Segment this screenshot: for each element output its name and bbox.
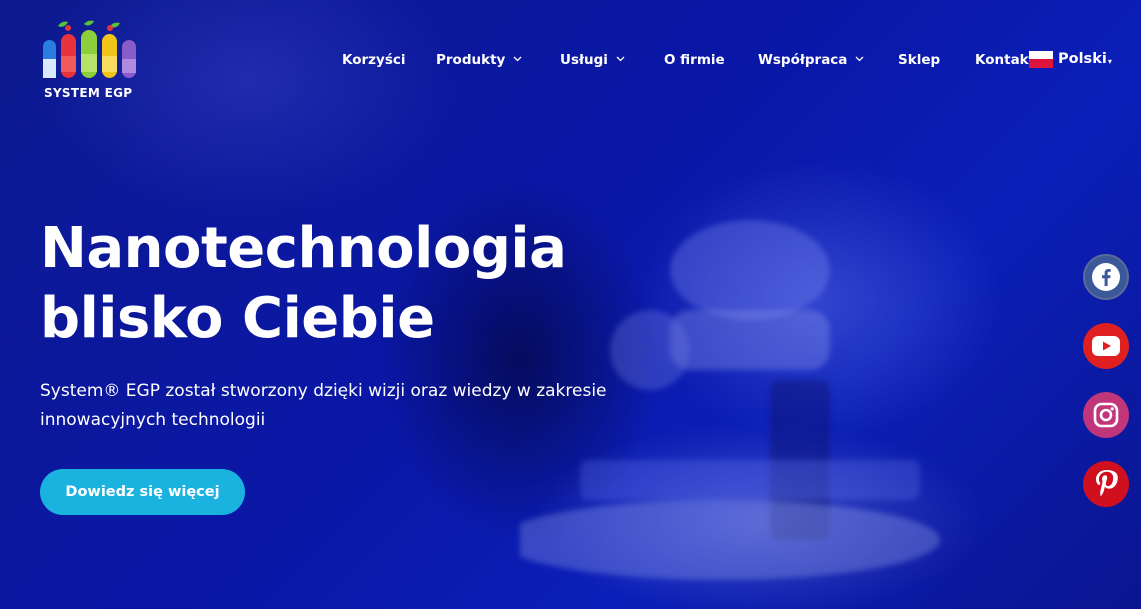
nav-item-label: Produkty	[436, 52, 506, 68]
logo[interactable]: SYSTEM EGP	[40, 20, 140, 102]
instagram-link[interactable]	[1083, 392, 1129, 438]
chevron-down-icon	[513, 55, 522, 65]
facebook-icon	[1092, 263, 1120, 291]
youtube-icon	[1092, 336, 1120, 356]
nav-item-sklep[interactable]: Sklep	[898, 52, 940, 68]
instagram-icon	[1093, 402, 1119, 428]
facebook-link[interactable]	[1083, 254, 1129, 300]
nav-item-uslugi[interactable]: Usługi	[560, 52, 625, 68]
hero-title-line-1: Nanotechnologia	[40, 216, 567, 281]
poland-flag-icon	[1029, 50, 1053, 68]
logo-capsules-icon	[43, 20, 136, 78]
hero-subtitle-line-1: System® EGP został stworzony dzięki wizj…	[40, 381, 607, 401]
caret-down-icon: ▾	[1107, 56, 1112, 66]
learn-more-button[interactable]: Dowiedz się więcej	[40, 469, 245, 515]
hero-subtitle-line-2: innowacyjnych technologii	[40, 410, 266, 430]
chevron-down-icon	[616, 55, 625, 65]
nav-item-produkty[interactable]: Produkty	[436, 52, 522, 68]
hero-subtitle: System® EGP został stworzony dzięki wizj…	[40, 377, 640, 435]
language-label: Polski	[1058, 51, 1107, 67]
nav-item-o-firmie[interactable]: O firmie	[664, 52, 725, 68]
nav-item-label: Kontakt	[975, 52, 1036, 68]
logo-text: SYSTEM EGP	[44, 86, 133, 100]
nav-item-kontakt[interactable]: Kontakt	[975, 52, 1035, 68]
nav-item-label: Sklep	[898, 52, 941, 68]
nav-item-korzysci[interactable]: Korzyści	[342, 52, 405, 68]
pinterest-icon	[1096, 470, 1118, 497]
nav-item-label: Usługi	[560, 52, 608, 68]
chevron-down-icon	[855, 55, 864, 65]
youtube-link[interactable]	[1083, 323, 1129, 369]
microscope-background-image	[520, 220, 940, 580]
nav-item-wspolpraca[interactable]: Współpraca	[758, 52, 864, 68]
hero-title: Nanotechnologia blisko Ciebie	[40, 214, 567, 354]
nav-item-label: O firmie	[664, 52, 725, 68]
hero-title-line-2: blisko Ciebie	[40, 286, 435, 351]
pinterest-link[interactable]	[1083, 461, 1129, 507]
nav-item-label: Współpraca	[758, 52, 848, 68]
language-switcher[interactable]: Polski ▾	[1029, 47, 1112, 71]
nav-item-label: Korzyści	[342, 52, 406, 68]
